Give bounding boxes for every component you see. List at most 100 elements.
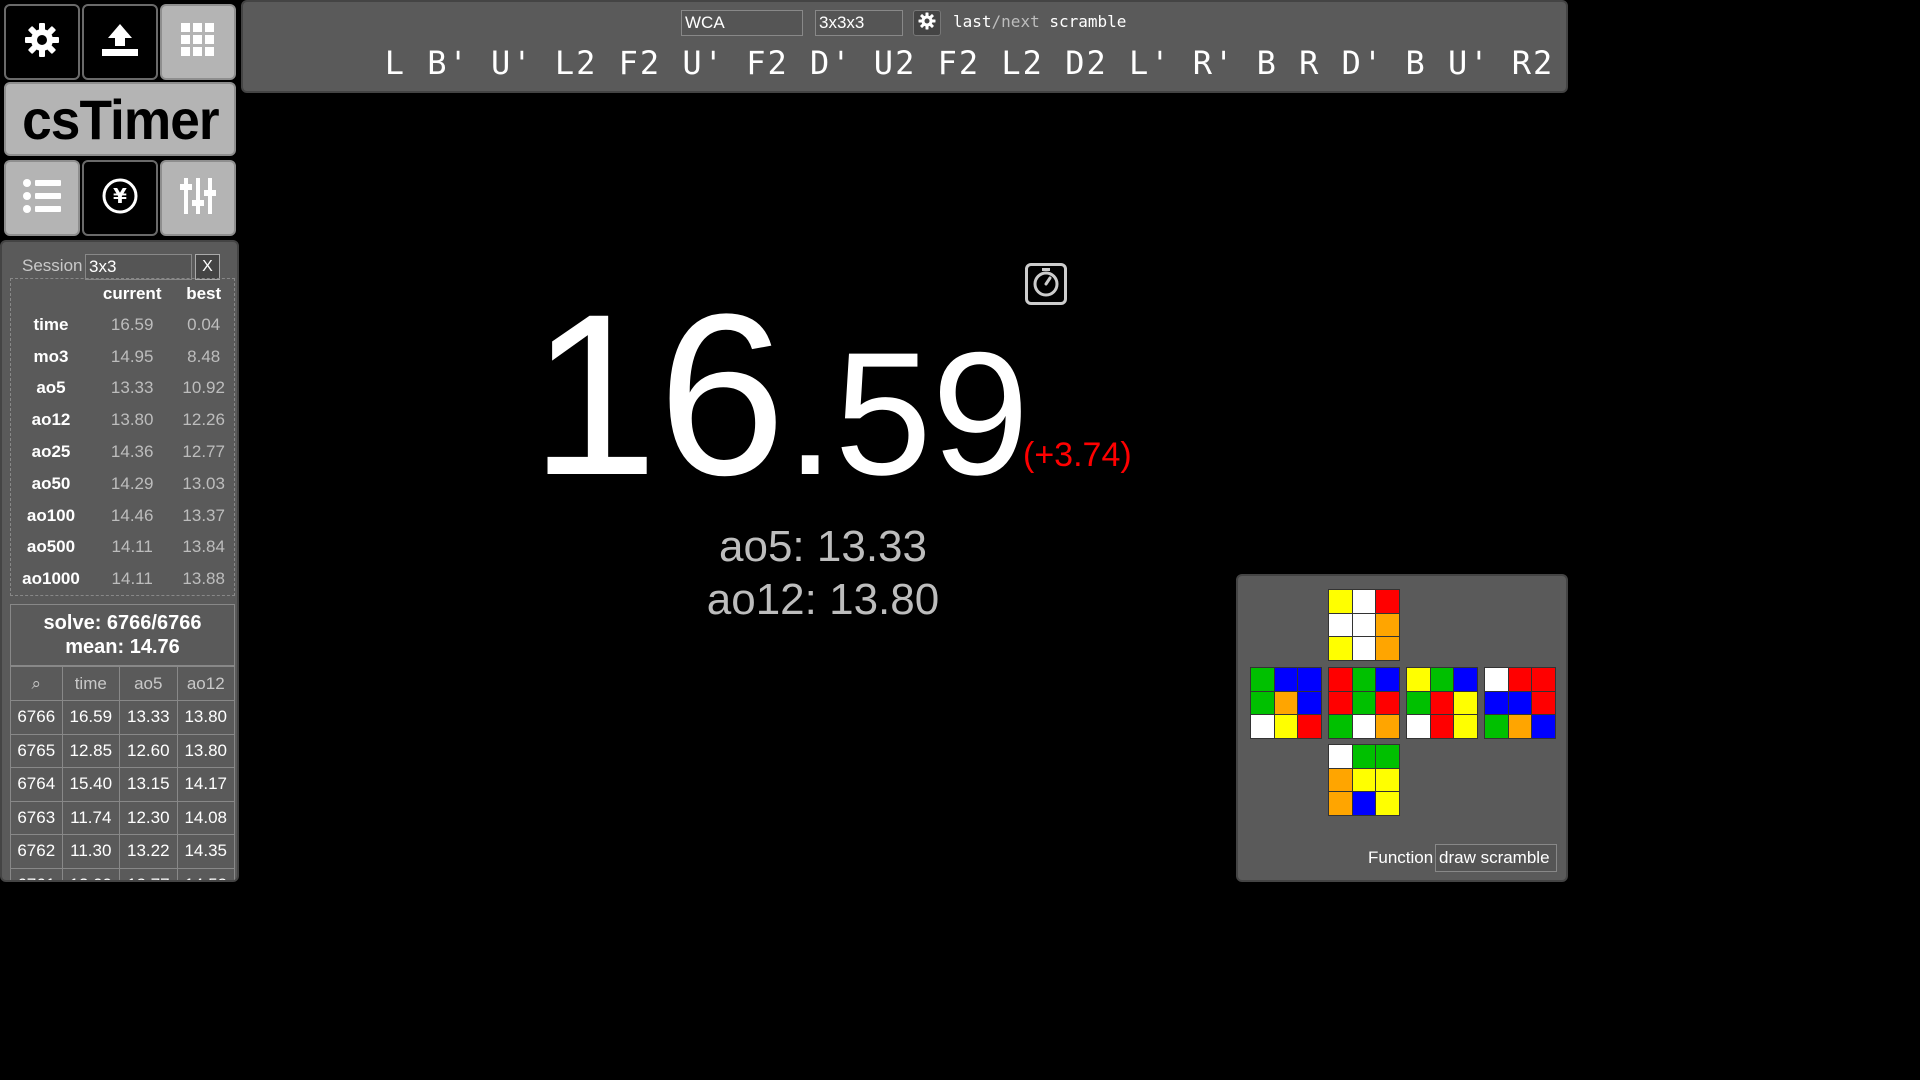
solve-time[interactable]: 15.40 bbox=[61, 767, 121, 802]
solve-index[interactable]: 6763 bbox=[10, 800, 63, 835]
cube-sticker bbox=[1508, 715, 1532, 738]
solve-index[interactable]: 6761 bbox=[10, 867, 63, 880]
cube-sticker bbox=[1376, 745, 1399, 768]
solve-ao5[interactable]: 12.77 bbox=[119, 867, 178, 880]
solve-ao5[interactable]: 12.30 bbox=[119, 800, 178, 835]
stat-label: ao25 bbox=[31, 442, 71, 462]
solve-ao12[interactable]: 14.17 bbox=[176, 767, 235, 802]
stat-best[interactable]: 8.48 bbox=[173, 341, 234, 373]
cube-sticker bbox=[1251, 668, 1274, 691]
timer-mode-button[interactable] bbox=[1025, 263, 1067, 305]
solve-ao12[interactable]: 13.80 bbox=[176, 700, 235, 735]
search-icon[interactable]: ⌕ bbox=[10, 666, 63, 701]
scramble-settings-button[interactable] bbox=[913, 10, 941, 36]
solve-ao5[interactable]: 13.15 bbox=[119, 767, 178, 802]
nav-separator: / bbox=[991, 12, 1002, 31]
stat-best[interactable]: 0.04 bbox=[173, 309, 234, 341]
solve-index[interactable]: 6765 bbox=[10, 733, 63, 768]
cube-sticker bbox=[1329, 668, 1352, 691]
cube-face-up bbox=[1328, 589, 1400, 661]
cube-sticker bbox=[1352, 691, 1376, 715]
stat-current[interactable]: 14.36 bbox=[91, 436, 173, 468]
solve-time[interactable]: 11.74 bbox=[61, 800, 121, 835]
scramble-text[interactable]: L B' U' L2 F2 U' F2 D' U2 F2 L2 D2 L' R'… bbox=[243, 44, 1566, 82]
solve-ao12[interactable]: 14.08 bbox=[176, 800, 235, 835]
cube-sticker bbox=[1485, 715, 1508, 738]
ao5-display: ao5: 13.33 bbox=[719, 522, 927, 571]
cube-sticker bbox=[1329, 715, 1352, 738]
next-scramble-link[interactable]: next bbox=[1001, 12, 1040, 31]
clear-session-button[interactable]: X bbox=[195, 254, 220, 280]
stat-current[interactable]: 14.29 bbox=[91, 468, 173, 500]
timer-display[interactable]: 16.59 bbox=[530, 280, 1029, 510]
timer-penalty: (+3.74) bbox=[1023, 436, 1132, 474]
cube-sticker bbox=[1407, 691, 1430, 715]
cube-sticker bbox=[1430, 668, 1454, 691]
stat-row: time 16.59 0.04 bbox=[11, 309, 234, 341]
solve-index[interactable]: 6766 bbox=[10, 700, 63, 735]
session-select[interactable]: 3x3 bbox=[85, 254, 192, 280]
solve-time[interactable]: 11.30 bbox=[61, 834, 121, 869]
scramble-word: scramble bbox=[1049, 12, 1127, 31]
main-menu: csTimer ¥ bbox=[0, 0, 240, 240]
solve-time[interactable]: 12.85 bbox=[61, 733, 121, 768]
scramble-type-button[interactable] bbox=[160, 4, 236, 80]
stat-current[interactable]: 13.33 bbox=[91, 373, 173, 405]
puzzle-select[interactable]: 3x3x3 bbox=[815, 10, 903, 36]
cube-sticker bbox=[1352, 792, 1376, 815]
session-row: Session 3x3 X bbox=[2, 248, 237, 280]
gear-icon bbox=[22, 20, 62, 65]
solve-ao5[interactable]: 12.60 bbox=[119, 733, 178, 768]
cube-sticker bbox=[1298, 715, 1321, 738]
header-current: current bbox=[102, 284, 162, 303]
tools-button[interactable] bbox=[160, 160, 236, 236]
scramble-type-select[interactable]: WCA bbox=[681, 10, 803, 36]
solve-ao12[interactable]: 13.80 bbox=[176, 733, 235, 768]
cube-sticker bbox=[1352, 668, 1376, 691]
svg-text:¥: ¥ bbox=[113, 184, 127, 208]
stats-button[interactable] bbox=[4, 160, 80, 236]
solve-ao12[interactable]: 14.52 bbox=[176, 867, 235, 880]
stat-best[interactable]: 13.03 bbox=[173, 468, 234, 500]
stat-best[interactable]: 12.26 bbox=[173, 404, 234, 436]
solve-ao5[interactable]: 13.33 bbox=[119, 700, 178, 735]
solve-time[interactable]: 13.09 bbox=[61, 867, 121, 880]
cube-sticker bbox=[1532, 691, 1555, 715]
stat-current[interactable]: 13.80 bbox=[91, 404, 173, 436]
solve-index[interactable]: 6764 bbox=[10, 767, 63, 802]
cube-sticker bbox=[1352, 613, 1376, 637]
session-label: Session bbox=[22, 256, 83, 275]
cube-sticker bbox=[1274, 715, 1298, 738]
cube-sticker bbox=[1454, 668, 1477, 691]
time-row: 6761 13.09 12.77 14.52 bbox=[10, 867, 235, 880]
stat-label: mo3 bbox=[33, 346, 69, 366]
stat-label: ao5 bbox=[36, 378, 66, 398]
app-logo[interactable]: csTimer bbox=[4, 82, 236, 156]
donate-button[interactable]: ¥ bbox=[82, 160, 158, 236]
cube-sticker bbox=[1430, 715, 1454, 738]
time-row: 6762 11.30 13.22 14.35 bbox=[10, 834, 235, 869]
col-ao12: ao12 bbox=[176, 666, 235, 701]
cube-sticker bbox=[1298, 691, 1321, 715]
tools-panel: Function draw scramble bbox=[1236, 574, 1568, 882]
stat-current[interactable]: 14.95 bbox=[91, 341, 173, 373]
time-row: 6765 12.85 12.60 13.80 bbox=[10, 733, 235, 768]
solve-index[interactable]: 6762 bbox=[10, 834, 63, 869]
cube-sticker bbox=[1485, 691, 1508, 715]
last-scramble-link[interactable]: last bbox=[953, 12, 992, 31]
cube-sticker bbox=[1376, 668, 1399, 691]
stat-best[interactable]: 12.77 bbox=[173, 436, 234, 468]
cube-sticker bbox=[1430, 691, 1454, 715]
cube-sticker bbox=[1532, 668, 1555, 691]
stat-current[interactable]: 16.59 bbox=[91, 309, 173, 341]
stopwatch-icon bbox=[1032, 267, 1060, 302]
upload-icon bbox=[100, 22, 140, 63]
options-button[interactable] bbox=[4, 4, 80, 80]
function-select[interactable]: draw scramble bbox=[1435, 844, 1557, 872]
solve-time[interactable]: 16.59 bbox=[61, 700, 121, 735]
solve-ao12[interactable]: 14.35 bbox=[176, 834, 235, 869]
solve-ao5[interactable]: 13.22 bbox=[119, 834, 178, 869]
export-button[interactable] bbox=[82, 4, 158, 80]
stat-best[interactable]: 10.92 bbox=[173, 373, 234, 405]
cube-sticker bbox=[1376, 691, 1399, 715]
